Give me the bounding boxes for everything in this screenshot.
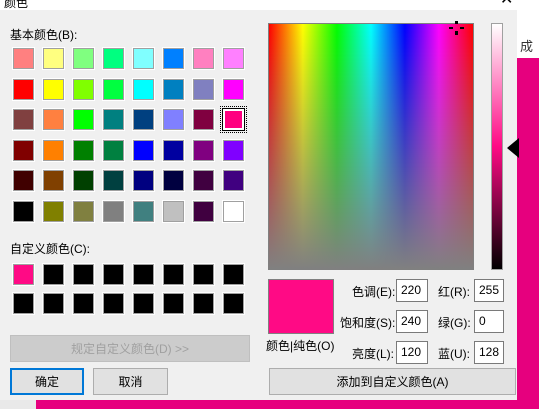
background-bar: [0, 400, 36, 409]
basic-color-swatch[interactable]: [192, 139, 215, 162]
basic-color-swatch[interactable]: [192, 169, 215, 192]
luminance-label: 亮度(L):: [352, 347, 395, 361]
basic-color-swatch[interactable]: [162, 47, 185, 70]
color-spectrum[interactable]: [268, 23, 474, 270]
basic-color-swatch[interactable]: [162, 108, 185, 131]
basic-color-swatch[interactable]: [102, 47, 125, 70]
basic-color-swatch[interactable]: [102, 108, 125, 131]
basic-color-swatch[interactable]: [72, 169, 95, 192]
custom-color-swatch[interactable]: [12, 292, 35, 315]
basic-color-swatch[interactable]: [12, 200, 35, 223]
basic-color-swatch[interactable]: [220, 106, 247, 133]
luminance-input[interactable]: 120: [396, 341, 428, 364]
custom-color-swatch[interactable]: [222, 263, 245, 286]
basic-color-swatch[interactable]: [192, 108, 215, 131]
red-input[interactable]: 255: [474, 279, 504, 302]
custom-color-swatch[interactable]: [192, 263, 215, 286]
basic-color-swatch[interactable]: [12, 47, 35, 70]
basic-color-swatch[interactable]: [102, 78, 125, 101]
basic-color-swatch[interactable]: [162, 78, 185, 101]
basic-color-swatch[interactable]: [42, 200, 65, 223]
basic-color-swatch[interactable]: [72, 78, 95, 101]
ok-button[interactable]: 确定: [10, 368, 84, 395]
saturation-label: 饱和度(S):: [340, 316, 396, 330]
background-pink-bottom: [0, 400, 539, 409]
custom-color-swatch[interactable]: [162, 263, 185, 286]
cancel-button[interactable]: 取消: [93, 368, 168, 395]
basic-color-swatch[interactable]: [102, 169, 125, 192]
hue-label: 色调(E):: [352, 285, 396, 299]
preview-label: 颜色|纯色(O): [266, 339, 335, 353]
custom-colors-label: 自定义颜色(C):: [10, 242, 90, 256]
crosshair-icon: [449, 21, 464, 35]
basic-color-swatch[interactable]: [162, 169, 185, 192]
basic-color-swatch[interactable]: [72, 47, 95, 70]
green-label: 绿(G):: [438, 316, 471, 330]
basic-color-swatch[interactable]: [12, 139, 35, 162]
basic-color-swatch[interactable]: [12, 78, 35, 101]
basic-color-swatch[interactable]: [222, 139, 245, 162]
basic-color-swatch[interactable]: [192, 200, 215, 223]
custom-color-swatch[interactable]: [72, 263, 95, 286]
define-custom-colors-button[interactable]: 规定自定义颜色(D) >>: [10, 335, 250, 362]
basic-color-swatch[interactable]: [162, 200, 185, 223]
basic-color-swatch[interactable]: [12, 108, 35, 131]
custom-color-swatch[interactable]: [192, 292, 215, 315]
basic-color-swatch[interactable]: [42, 139, 65, 162]
custom-color-swatch[interactable]: [42, 292, 65, 315]
custom-color-swatch[interactable]: [162, 292, 185, 315]
basic-color-swatch[interactable]: [72, 108, 95, 131]
basic-color-swatch[interactable]: [102, 200, 125, 223]
basic-color-swatch[interactable]: [132, 139, 155, 162]
basic-color-swatch[interactable]: [132, 169, 155, 192]
basic-color-swatch[interactable]: [132, 78, 155, 101]
basic-color-swatch[interactable]: [222, 169, 245, 192]
basic-color-swatch[interactable]: [42, 108, 65, 131]
basic-color-swatch[interactable]: [42, 169, 65, 192]
color-preview: [268, 279, 334, 334]
luminance-slider[interactable]: [491, 23, 503, 270]
basic-color-swatch[interactable]: [72, 200, 95, 223]
custom-color-swatch[interactable]: [72, 292, 95, 315]
custom-color-swatch[interactable]: [102, 292, 125, 315]
background-text: 成: [520, 39, 534, 54]
background-pink-panel: [517, 58, 539, 409]
basic-color-swatch[interactable]: [222, 47, 245, 70]
basic-color-swatch[interactable]: [192, 47, 215, 70]
add-to-custom-colors-button[interactable]: 添加到自定义颜色(A): [269, 368, 516, 395]
basic-color-swatch[interactable]: [42, 78, 65, 101]
saturation-input[interactable]: 240: [396, 310, 428, 333]
dialog-title: 颜色: [4, 0, 29, 10]
blue-input[interactable]: 128: [474, 341, 504, 364]
custom-color-swatch[interactable]: [132, 292, 155, 315]
basic-color-swatch[interactable]: [162, 139, 185, 162]
custom-color-swatch[interactable]: [12, 263, 35, 286]
title-bar: 颜色 ✕: [0, 0, 517, 10]
color-dialog: 颜色 ✕ 基本颜色(B): 自定义颜色(C): 规定自定义颜色(D) >> 确定…: [0, 0, 519, 400]
basic-colors-label: 基本颜色(B):: [10, 28, 78, 42]
custom-color-swatch[interactable]: [222, 292, 245, 315]
basic-color-swatch[interactable]: [222, 78, 245, 101]
red-label: 红(R):: [438, 285, 470, 299]
basic-color-swatch[interactable]: [12, 169, 35, 192]
hue-input[interactable]: 220: [396, 279, 428, 302]
blue-label: 蓝(U):: [438, 347, 470, 361]
close-icon[interactable]: ✕: [500, 0, 513, 8]
basic-color-swatch[interactable]: [132, 200, 155, 223]
basic-color-swatch[interactable]: [102, 139, 125, 162]
basic-color-swatch[interactable]: [42, 47, 65, 70]
basic-color-swatch[interactable]: [132, 108, 155, 131]
basic-color-swatch[interactable]: [192, 78, 215, 101]
custom-color-swatch[interactable]: [42, 263, 65, 286]
basic-color-swatch[interactable]: [222, 200, 245, 223]
basic-color-swatch[interactable]: [132, 47, 155, 70]
custom-color-swatch[interactable]: [102, 263, 125, 286]
luminance-arrow-icon[interactable]: [507, 138, 519, 158]
custom-color-swatch[interactable]: [132, 263, 155, 286]
basic-color-swatch[interactable]: [72, 139, 95, 162]
green-input[interactable]: 0: [474, 310, 504, 333]
